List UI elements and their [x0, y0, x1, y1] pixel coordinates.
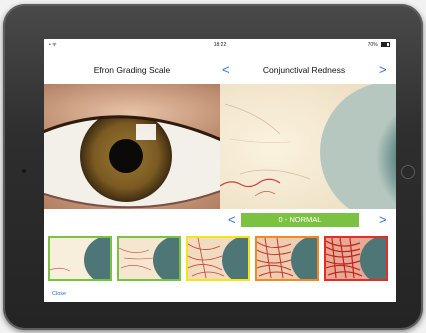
- next-grade-button[interactable]: >: [379, 213, 387, 226]
- grade-2-image: [188, 238, 248, 279]
- grade-thumbnails: [44, 233, 396, 286]
- thumbnail-grade-0[interactable]: [48, 236, 112, 281]
- grade-selector: < 0 - NORMAL >: [44, 209, 396, 233]
- grade-4-image: [326, 238, 386, 279]
- grade-1-image: [119, 238, 179, 279]
- eye-photo: [44, 84, 220, 209]
- prev-grade-button[interactable]: <: [228, 213, 236, 226]
- grade-3-image: [257, 238, 317, 279]
- app-screen: • ᯤ 18:22 70% Efron Grading Scale < Conj…: [44, 39, 396, 302]
- thumbnail-grade-1[interactable]: [117, 236, 181, 281]
- grade-0-image: [50, 238, 110, 279]
- thumbnail-grade-3[interactable]: [255, 236, 319, 281]
- conjunctiva-photo: [220, 84, 396, 209]
- photo-area: [44, 84, 396, 209]
- battery-indicator: 70%: [368, 42, 390, 48]
- status-time: 18:22: [213, 42, 227, 48]
- home-button[interactable]: [401, 165, 415, 179]
- eye-image: [44, 84, 220, 209]
- battery-icon: [381, 42, 390, 48]
- next-condition-button[interactable]: >: [379, 63, 387, 76]
- nav-bar: Efron Grading Scale < Conjunctival Redne…: [44, 58, 396, 84]
- close-button[interactable]: Close: [52, 291, 66, 297]
- scale-title: Efron Grading Scale: [93, 65, 171, 75]
- thumbnail-grade-4[interactable]: [324, 236, 388, 281]
- battery-percent: 70%: [367, 42, 378, 48]
- status-bar: • ᯤ 18:22 70%: [44, 39, 396, 50]
- tablet-frame: • ᯤ 18:22 70% Efron Grading Scale < Conj…: [3, 4, 423, 330]
- condition-title: Conjunctival Redness: [262, 65, 346, 75]
- grade-label: 0 - NORMAL: [241, 213, 359, 227]
- conjunctiva-image: [220, 84, 396, 209]
- thumbnail-grade-2[interactable]: [186, 236, 250, 281]
- camera: [22, 169, 26, 173]
